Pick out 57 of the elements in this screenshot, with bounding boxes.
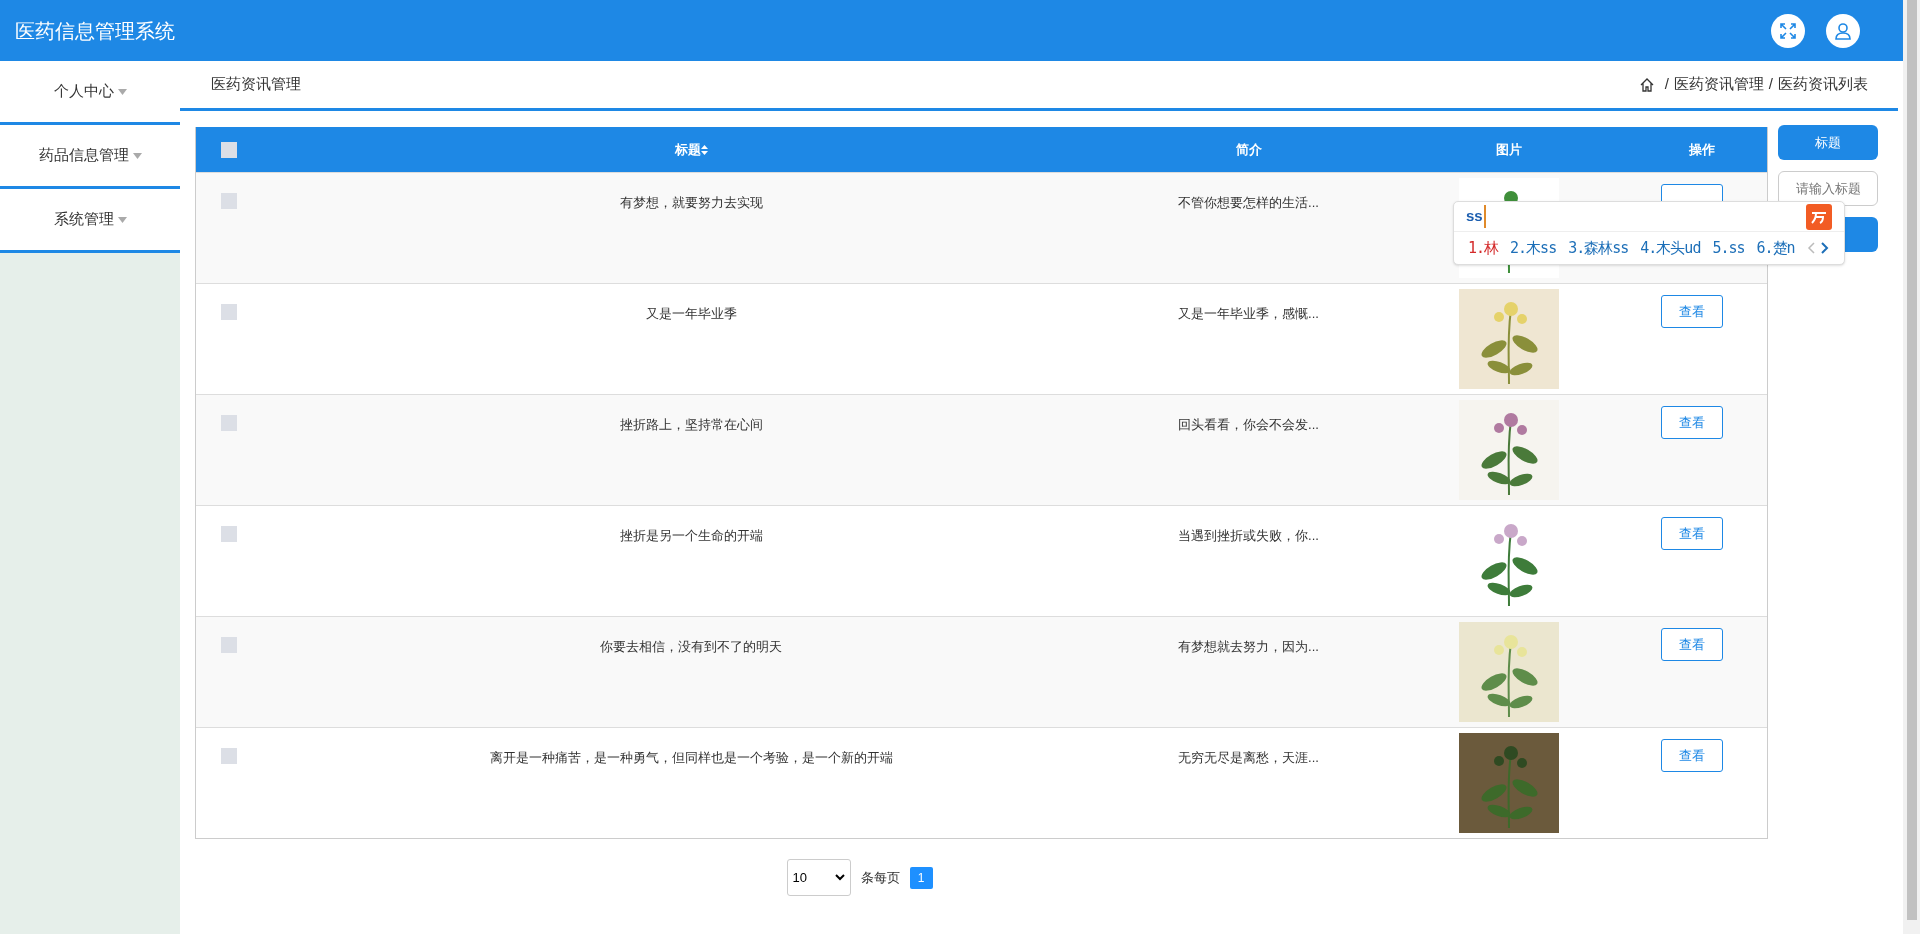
sidebar-item[interactable]: 系统管理 [0, 189, 180, 253]
row-checkbox[interactable] [221, 415, 237, 431]
sidebar-item[interactable]: 个人中心 [0, 61, 180, 125]
ime-candidate[interactable]: 2.木ss [1510, 236, 1557, 260]
title-cell-text: 离开是一种痛苦，是一种勇气，但同样也是一个考验，是一个新的开端 [489, 749, 893, 767]
title-cell-text: 挫折路上，坚持常在心间 [619, 416, 763, 434]
ime-candidate[interactable]: 1.林 [1468, 236, 1499, 260]
view-button[interactable]: 查看 [1660, 517, 1723, 550]
ime-candidate[interactable]: 6.楚n [1756, 236, 1795, 260]
fullscreen-button[interactable] [1771, 13, 1805, 48]
scrollbar-thumb[interactable] [1906, 0, 1917, 920]
view-button[interactable]: 查看 [1660, 406, 1723, 439]
user-icon[interactable] [1834, 21, 1852, 40]
title-cell-text: 又是一年毕业季 [645, 305, 737, 323]
title-cell-text: 挫折是另一个生命的开端 [619, 527, 763, 545]
breadcrumb-link[interactable]: 医药资讯管理 [1673, 73, 1764, 96]
intro-cell-text: 回头看看，你会不会发... [1178, 416, 1319, 434]
row-checkbox[interactable] [221, 193, 237, 209]
page-title: 医药资讯管理 [211, 74, 302, 95]
intro-cell-text: 有梦想就去努力，因为... [1178, 638, 1319, 656]
row-checkbox[interactable] [221, 526, 237, 542]
row-checkbox[interactable] [221, 637, 237, 653]
column-header: 图片 [1495, 140, 1522, 159]
page-button[interactable]: 1 [909, 866, 933, 889]
sort-icon[interactable] [700, 144, 708, 155]
view-button[interactable]: 查看 [1660, 628, 1723, 661]
scrollbar[interactable] [1903, 0, 1920, 934]
column-header: 简介 [1235, 140, 1262, 159]
user-button[interactable] [1826, 13, 1860, 48]
search-field-label[interactable]: 标题 [1778, 125, 1878, 160]
ime-candidate[interactable]: 3.森林ss [1568, 236, 1629, 260]
view-button[interactable]: 查看 [1660, 295, 1723, 328]
fullscreen-icon[interactable] [1779, 21, 1797, 40]
row-checkbox[interactable] [221, 748, 237, 764]
page-size-select[interactable]: 10 [786, 859, 851, 896]
breadcrumb-link[interactable]: 医药资讯列表 [1778, 73, 1868, 96]
row-checkbox[interactable] [221, 304, 237, 320]
app-title: 医药信息管理系统 [15, 18, 176, 44]
ime-candidate[interactable]: 5.ss [1712, 236, 1745, 260]
title-cell-text: 有梦想，就要努力去实现 [619, 194, 763, 212]
chevron-icon [834, 874, 845, 881]
view-button[interactable]: 查看 [1660, 739, 1723, 772]
column-header[interactable]: 标题 [674, 139, 701, 160]
sidebar-item[interactable]: 药品信息管理 [0, 125, 180, 189]
title-cell-text: 你要去相信，没有到不了的明天 [600, 638, 782, 656]
ime-candidate[interactable]: 4.木头ud [1640, 236, 1701, 260]
column-header: 操作 [1688, 140, 1715, 159]
home-icon[interactable] [1639, 77, 1654, 92]
intro-cell-text: 不管你想要怎样的生活... [1178, 194, 1319, 212]
intro-cell-text: 当遇到挫折或失败，你... [1178, 527, 1319, 545]
per-page-label: 条每页 [860, 868, 900, 887]
intro-cell-text: 又是一年毕业季，感慨... [1178, 305, 1319, 323]
breadcrumb-separator: / [1768, 74, 1773, 95]
breadcrumb-separator: / [1664, 74, 1669, 95]
select-all-checkbox[interactable] [221, 141, 237, 158]
search-field[interactable]: 请输入标题 [1778, 171, 1878, 206]
intro-cell-text: 无穷无尽是离愁，天涯... [1178, 749, 1319, 767]
